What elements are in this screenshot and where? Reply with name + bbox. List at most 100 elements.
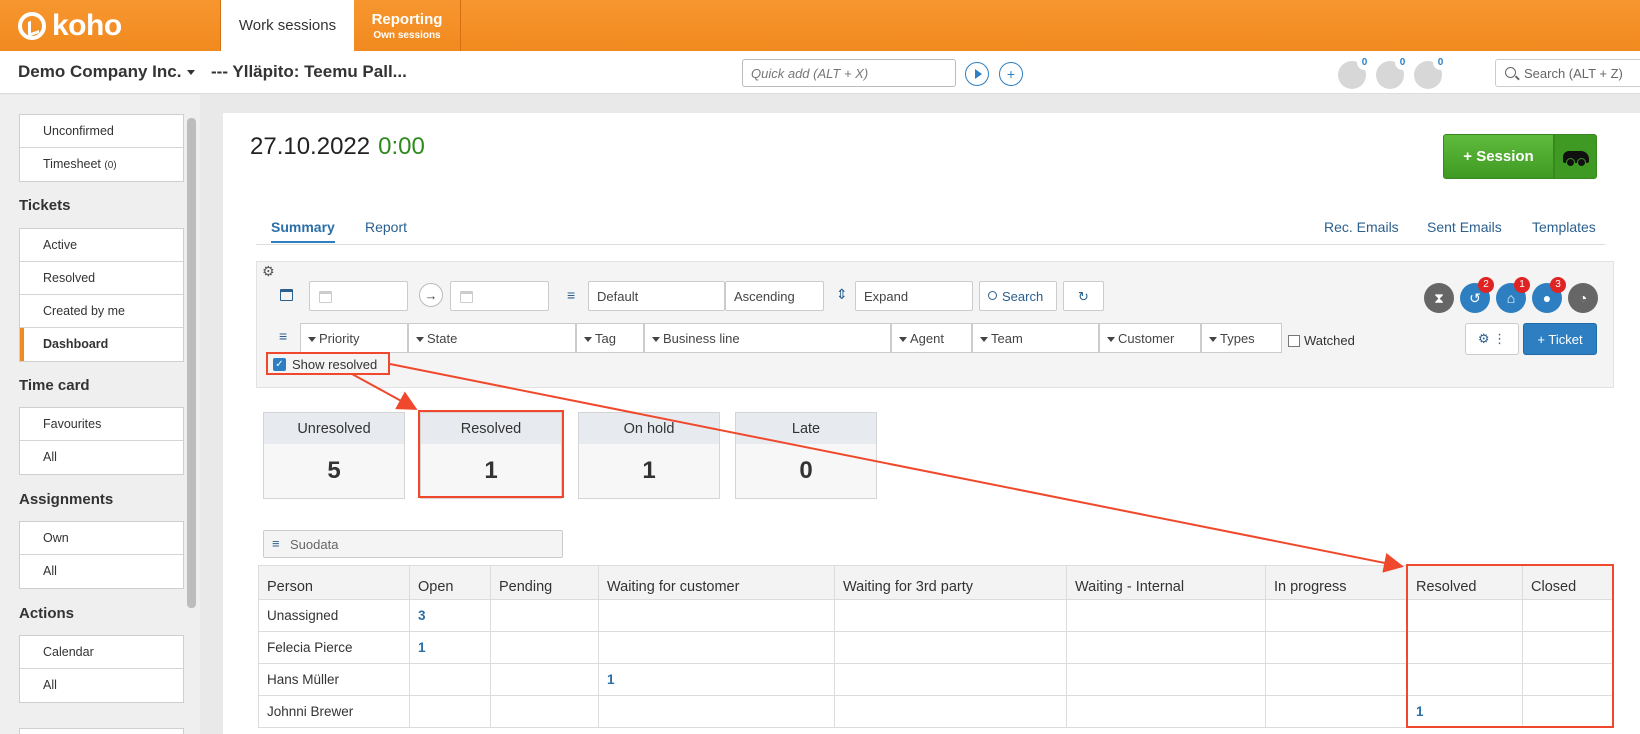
show-resolved-checkbox[interactable]: ✓ xyxy=(273,358,286,371)
sidebar-item-created-by-me[interactable]: Created by me xyxy=(20,295,183,328)
quick-add-input[interactable]: Quick add (ALT + X) xyxy=(742,59,956,87)
watched-toggle[interactable]: Watched xyxy=(1288,333,1355,348)
sidebar-item-own[interactable]: Own xyxy=(20,522,183,555)
play-button[interactable] xyxy=(965,62,989,86)
sla-icon[interactable]: ↺ 2 xyxy=(1460,277,1494,313)
sidebar-item-label: Dashboard xyxy=(43,337,109,351)
maintenance-label[interactable]: --- Ylläpito: Teemu Pall... xyxy=(211,62,407,82)
column-waiting-3rd-party[interactable]: Waiting for 3rd party xyxy=(834,565,1067,600)
column-person[interactable]: Person xyxy=(258,565,410,600)
tag-filter[interactable]: Tag xyxy=(576,323,644,353)
count-cell[interactable]: 1 xyxy=(409,631,491,664)
business-line-filter[interactable]: Business line xyxy=(644,323,891,353)
column-closed[interactable]: Closed xyxy=(1522,565,1614,600)
add-session-button[interactable]: + Session xyxy=(1443,134,1554,179)
sidebar-item-all-actions[interactable]: All xyxy=(20,669,183,702)
count-cell xyxy=(1407,599,1523,632)
tab-label: Reporting xyxy=(371,10,443,28)
sidebar-item-all-assignments[interactable]: All xyxy=(20,555,183,588)
table-filter-input[interactable]: ≡ Suodata xyxy=(263,530,563,558)
agent-filter[interactable]: Agent xyxy=(891,323,972,353)
show-resolved-toggle[interactable]: ✓ Show resolved xyxy=(273,357,377,372)
sidebar-item-label: Favourites xyxy=(43,417,102,431)
gear-icon[interactable]: ⚙ xyxy=(262,263,275,280)
sidebar-group-actions: Calendar All xyxy=(19,635,184,703)
column-in-progress[interactable]: In progress xyxy=(1265,565,1408,600)
settings-button[interactable]: ⚙ ⋮ xyxy=(1465,323,1519,355)
stat-late[interactable]: Late 0 xyxy=(735,412,877,499)
tab-sent-emails[interactable]: Sent Emails xyxy=(1427,219,1502,241)
add-button[interactable]: + xyxy=(999,62,1023,86)
sidebar-group-top: Unconfirmed Timesheet (0) xyxy=(19,114,184,182)
count-cell[interactable]: 1 xyxy=(1407,695,1523,728)
team-filter[interactable]: Team xyxy=(972,323,1099,353)
sidebar-item-timesheet[interactable]: Timesheet (0) xyxy=(20,148,183,181)
tab-report[interactable]: Report xyxy=(365,219,407,241)
sidebar-item-unconfirmed[interactable]: Unconfirmed xyxy=(20,115,183,148)
count-cell xyxy=(1265,695,1408,728)
sidebar-item-favourites[interactable]: Favourites xyxy=(20,408,183,441)
count-cell xyxy=(1066,599,1266,632)
count-cell xyxy=(1066,695,1266,728)
global-search-input[interactable]: Search (ALT + Z) xyxy=(1495,59,1640,87)
arrow-right-icon[interactable]: → xyxy=(419,283,443,307)
column-pending[interactable]: Pending xyxy=(490,565,599,600)
users-status-icon[interactable]: 0 xyxy=(1376,55,1410,89)
date-from-input[interactable] xyxy=(309,281,408,311)
sidebar-item-dashboard[interactable]: Dashboard xyxy=(20,328,183,361)
context-bar: Demo Company Inc. --- Ylläpito: Teemu Pa… xyxy=(0,51,1640,94)
hourglass-icon[interactable]: ⧗ xyxy=(1424,283,1454,313)
watched-checkbox[interactable] xyxy=(1288,334,1300,347)
tab-reporting[interactable]: Reporting Own sessions xyxy=(354,0,461,51)
travel-button[interactable] xyxy=(1554,134,1597,179)
column-open[interactable]: Open xyxy=(409,565,491,600)
company-selector[interactable]: Demo Company Inc. xyxy=(18,62,196,82)
count-cell xyxy=(1522,695,1614,728)
stat-value: 5 xyxy=(327,457,341,484)
user-icon[interactable]: ● 3 xyxy=(1532,277,1566,313)
list-status-icon[interactable]: 0 xyxy=(1414,55,1448,89)
home-icon[interactable]: ⌂ 1 xyxy=(1496,277,1530,313)
filter-placeholder: Suodata xyxy=(290,537,339,552)
priority-filter[interactable]: Priority xyxy=(300,323,408,353)
count-cell[interactable]: 3 xyxy=(409,599,491,632)
sidebar-item-resolved[interactable]: Resolved xyxy=(20,262,183,295)
search-button[interactable]: Search xyxy=(979,281,1057,311)
stat-value: 0 xyxy=(799,457,813,484)
tools-status-icon[interactable]: 0 xyxy=(1338,55,1372,89)
column-waiting-customer[interactable]: Waiting for customer xyxy=(598,565,835,600)
bell-icon[interactable]: ◔ xyxy=(1568,283,1598,313)
sidebar-item-all-time[interactable]: All xyxy=(20,441,183,474)
search-icon xyxy=(988,291,997,300)
sidebar-item-calendar[interactable]: Calendar xyxy=(20,636,183,669)
refresh-button[interactable]: ↻ xyxy=(1063,281,1104,311)
sidebar-scrollbar[interactable] xyxy=(187,118,196,608)
order-select[interactable]: Ascending xyxy=(725,281,824,311)
tab-summary[interactable]: Summary xyxy=(271,219,335,243)
add-ticket-button[interactable]: + Ticket xyxy=(1523,323,1597,355)
state-filter[interactable]: State xyxy=(408,323,576,353)
column-waiting-internal[interactable]: Waiting - Internal xyxy=(1066,565,1266,600)
sidebar-item-active[interactable]: Active xyxy=(20,229,183,262)
tab-rec-emails[interactable]: Rec. Emails xyxy=(1324,219,1399,241)
types-filter[interactable]: Types xyxy=(1201,323,1282,353)
status-count: 0 xyxy=(1395,55,1410,70)
column-resolved[interactable]: Resolved xyxy=(1407,565,1523,600)
table-row: Unassigned 3 xyxy=(258,599,1614,632)
tab-work-sessions[interactable]: Work sessions xyxy=(220,0,354,51)
koho-logo[interactable]: koho xyxy=(18,9,122,43)
stat-on-hold[interactable]: On hold 1 xyxy=(578,412,720,499)
expand-select[interactable]: Expand xyxy=(855,281,973,311)
tab-templates[interactable]: Templates xyxy=(1532,219,1596,241)
date-to-input[interactable] xyxy=(450,281,549,311)
count-cell[interactable]: 1 xyxy=(598,663,835,696)
table-header-row: Person Open Pending Waiting for customer… xyxy=(258,565,1614,600)
sidebar-group-assignments: Own All xyxy=(19,521,184,589)
stat-resolved[interactable]: Resolved 1 xyxy=(420,412,562,499)
sort-select[interactable]: Default xyxy=(588,281,725,311)
count-cell xyxy=(1407,631,1523,664)
search-placeholder: Search (ALT + Z) xyxy=(1524,66,1623,81)
customer-filter[interactable]: Customer xyxy=(1099,323,1201,353)
count-cell xyxy=(1407,663,1523,696)
stat-unresolved[interactable]: Unresolved 5 xyxy=(263,412,405,499)
